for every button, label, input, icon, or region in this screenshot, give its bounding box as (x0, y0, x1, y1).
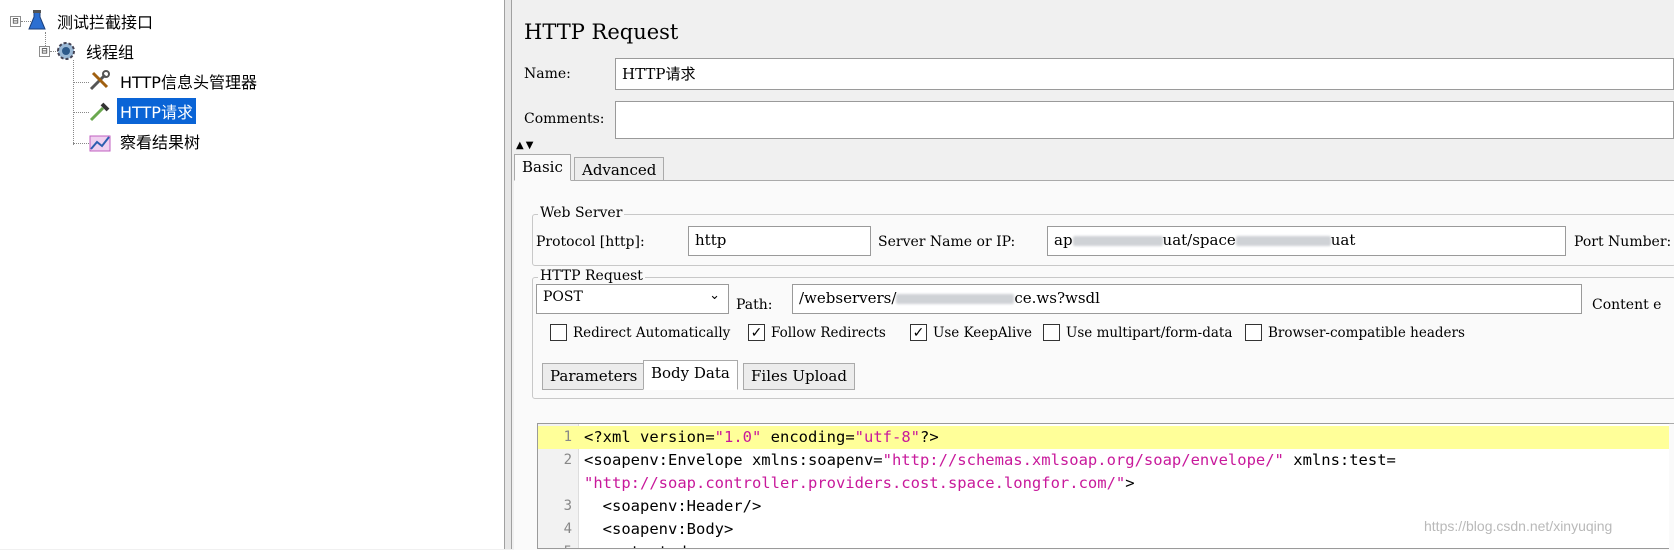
line-number: 3 (563, 498, 572, 514)
content-encoding-label: Content e (1592, 297, 1662, 313)
code-text: <?xml version="1.0" encoding="utf-8"?> (584, 428, 939, 446)
path-label: Path: (736, 297, 773, 313)
path-field[interactable]: /webservers/ce.ws?wsdl (792, 284, 1582, 314)
multipart-form-data-checkbox[interactable]: Use multipart/form-data (1043, 324, 1232, 341)
tree-item-thread-group[interactable]: ⊟ 线程组 (39, 39, 137, 63)
tree-item-label: HTTP信息头管理器 (120, 73, 257, 92)
path-value-suffix: ce.ws?wsdl (1014, 289, 1100, 307)
tree-connector (73, 143, 89, 144)
http-request-group-label: HTTP Request (538, 268, 645, 284)
method-select[interactable]: POST ⌄ (536, 284, 729, 314)
code-line: "http://soap.controller.providers.cost.s… (538, 472, 1669, 495)
line-number: 1 (563, 429, 572, 445)
collapse-icon[interactable]: ⊟ (10, 15, 21, 27)
checkmark-icon[interactable]: ✓ (910, 324, 927, 341)
code-line: 3 <soapenv:Header/> (538, 495, 1669, 518)
checkbox-label: Use KeepAlive (933, 324, 1032, 341)
tree-item-label: 测试拦截接口 (57, 13, 154, 32)
method-value: POST (543, 289, 583, 305)
checkbox-box[interactable] (1245, 324, 1262, 341)
tree-item-label: HTTP请求 (117, 98, 196, 124)
name-label: Name: (524, 66, 571, 82)
code-line: 5 <test:doxxxxxxxxx> (538, 541, 1669, 548)
redacted-text (1235, 236, 1331, 246)
collapse-icon[interactable]: ⊟ (39, 45, 50, 57)
tree-connector (73, 112, 89, 113)
use-keepalive-checkbox[interactable]: ✓ Use KeepAlive (910, 324, 1032, 341)
follow-redirects-checkbox[interactable]: ✓ Follow Redirects (748, 324, 886, 341)
page-title: HTTP Request (524, 20, 679, 44)
path-value-prefix: /webservers/ (799, 289, 897, 307)
protocol-field[interactable]: http (688, 226, 871, 256)
tree-item-http-request[interactable]: HTTP请求 (88, 98, 196, 124)
redacted-text (1072, 236, 1163, 246)
chart-icon (88, 130, 112, 152)
checkbox-label: Use multipart/form-data (1066, 324, 1233, 341)
code-line: 1 <?xml version="1.0" encoding="utf-8"?> (538, 426, 1669, 449)
code-text: <soapenv:Envelope xmlns:soapenv="http://… (584, 451, 1396, 469)
redirect-automatically-checkbox[interactable]: Redirect Automatically (550, 324, 730, 341)
code-text: <soapenv:Body> (584, 520, 734, 538)
tree-item-label: 线程组 (86, 43, 135, 62)
wrench-icon (88, 70, 112, 92)
tree-item-test-plan[interactable]: ⊟ 测试拦截接口 (10, 9, 156, 33)
checkbox-label: Follow Redirects (771, 324, 886, 341)
tree-connector (73, 82, 89, 83)
checkmark-icon[interactable]: ✓ (748, 324, 765, 341)
comments-field[interactable] (615, 101, 1674, 139)
server-value-mid: uat/space (1162, 231, 1236, 249)
checkbox-label: Browser-compatible headers (1268, 324, 1465, 341)
line-number: 5 (538, 541, 572, 548)
code-text: <test:doxxxxxxxxx> (584, 541, 789, 548)
server-value-suffix: uat (1330, 231, 1356, 249)
checkbox-box[interactable] (550, 324, 567, 341)
checkbox-label: Redirect Automatically (573, 324, 731, 341)
test-plan-tree: ⊟ 测试拦截接口 ⊟ 线程组 HTTP信息头管理器 HTTP请求 察看结果树 (0, 0, 505, 549)
server-value-prefix: ap (1054, 231, 1073, 249)
code-line: 2 <soapenv:Envelope xmlns:soapenv="http:/… (538, 449, 1669, 472)
gear-icon (54, 40, 78, 62)
code-text: <soapenv:Header/> (584, 497, 762, 515)
tab-body-data[interactable]: Body Data (643, 360, 738, 390)
tree-connector (73, 60, 74, 145)
browser-compatible-headers-checkbox[interactable]: Browser-compatible headers (1245, 324, 1465, 341)
name-field[interactable]: HTTP请求 (615, 58, 1674, 90)
redacted-text (896, 294, 1015, 304)
protocol-label: Protocol [http]: (536, 234, 645, 250)
code-text: "http://soap.controller.providers.cost.s… (584, 474, 1135, 492)
tab-advanced[interactable]: Advanced (574, 157, 665, 181)
flask-icon (25, 10, 49, 32)
tab-basic[interactable]: Basic (514, 154, 571, 181)
server-name-label: Server Name or IP: (878, 234, 1016, 250)
port-number-label: Port Number: (1574, 234, 1672, 250)
pipette-icon (88, 100, 112, 122)
web-server-group-label: Web Server (538, 205, 625, 221)
splitter[interactable] (505, 0, 512, 549)
chevron-down-icon[interactable]: ⌄ (709, 288, 720, 303)
tree-item-results-tree[interactable]: 察看结果树 (88, 129, 203, 153)
line-number: 2 (563, 452, 572, 468)
comments-label: Comments: (524, 111, 605, 127)
body-tabs-strip (542, 389, 1674, 424)
collapse-arrows-icon[interactable]: ▲▼ (516, 140, 535, 151)
tab-parameters[interactable]: Parameters (542, 363, 646, 390)
checkbox-box[interactable] (1043, 324, 1060, 341)
tree-item-header-manager[interactable]: HTTP信息头管理器 (88, 69, 260, 93)
tab-files-upload[interactable]: Files Upload (743, 363, 855, 390)
watermark: https://blog.csdn.net/xinyuqing (1424, 518, 1613, 534)
tree-item-label: 察看结果树 (120, 133, 201, 152)
server-name-field[interactable]: ap uat/space uat (1047, 226, 1566, 256)
line-number: 4 (563, 521, 572, 537)
